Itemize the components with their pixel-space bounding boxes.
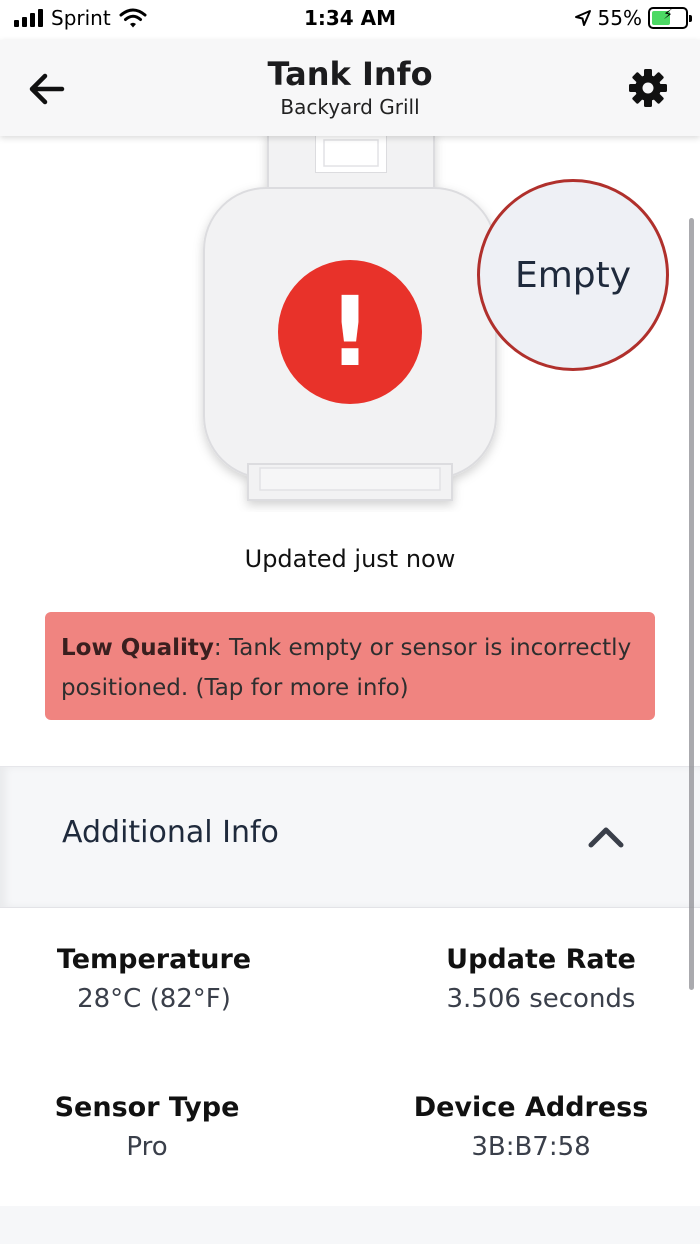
info-label: Temperature xyxy=(56,944,252,975)
info-value: 3B:B7:58 xyxy=(471,1132,591,1162)
warning-title: Low Quality xyxy=(61,635,214,661)
gear-icon[interactable] xyxy=(626,66,670,110)
info-label: Sensor Type xyxy=(54,1092,240,1123)
tank-display[interactable]: ! Empty xyxy=(0,132,700,556)
location-arrow-icon xyxy=(574,10,591,26)
status-bar: Sprint 1:34 AM 55% ⚡ xyxy=(0,0,700,40)
info-item-temperature: Temperature 28°C (82°F) xyxy=(40,942,268,1020)
info-label: Update Rate xyxy=(446,944,636,975)
tank-level-label: Empty xyxy=(514,254,632,296)
nav-header: Tank Info Backyard Grill xyxy=(0,40,700,136)
status-right: 55% ⚡ xyxy=(574,6,692,30)
header-titles: Tank Info Backyard Grill xyxy=(0,54,700,120)
additional-info-header[interactable]: Additional Info xyxy=(0,766,700,908)
page-subtitle: Backyard Grill xyxy=(280,95,420,119)
chevron-up-icon[interactable] xyxy=(584,817,628,857)
page-title: Tank Info xyxy=(267,55,433,93)
info-item-update-rate: Update Rate 3.506 seconds xyxy=(410,942,672,1020)
exclamation-mark: ! xyxy=(328,276,372,388)
info-value: 3.506 seconds xyxy=(446,984,636,1014)
info-value: Pro xyxy=(126,1132,168,1162)
alert-icon: ! xyxy=(278,260,422,404)
info-label: Device Address xyxy=(413,1092,649,1123)
section-title: Additional Info xyxy=(62,815,279,850)
scrollbar[interactable] xyxy=(689,218,694,990)
low-quality-warning[interactable]: Low Quality: Tank empty or sensor is inc… xyxy=(45,612,655,720)
battery-charging-icon: ⚡ xyxy=(648,7,692,29)
info-item-device-address: Device Address 3B:B7:58 xyxy=(408,1090,654,1168)
updated-status: Updated just now xyxy=(244,545,456,573)
bottom-strip xyxy=(0,1206,700,1244)
battery-percent: 55% xyxy=(597,6,642,30)
additional-info-grid: Temperature 28°C (82°F) Update Rate 3.50… xyxy=(0,908,700,1206)
tank-level-badge: Empty xyxy=(477,179,669,371)
info-item-sensor-type: Sensor Type Pro xyxy=(40,1090,254,1168)
bolt-icon: ⚡ xyxy=(663,7,673,23)
info-value: 28°C (82°F) xyxy=(77,984,231,1014)
